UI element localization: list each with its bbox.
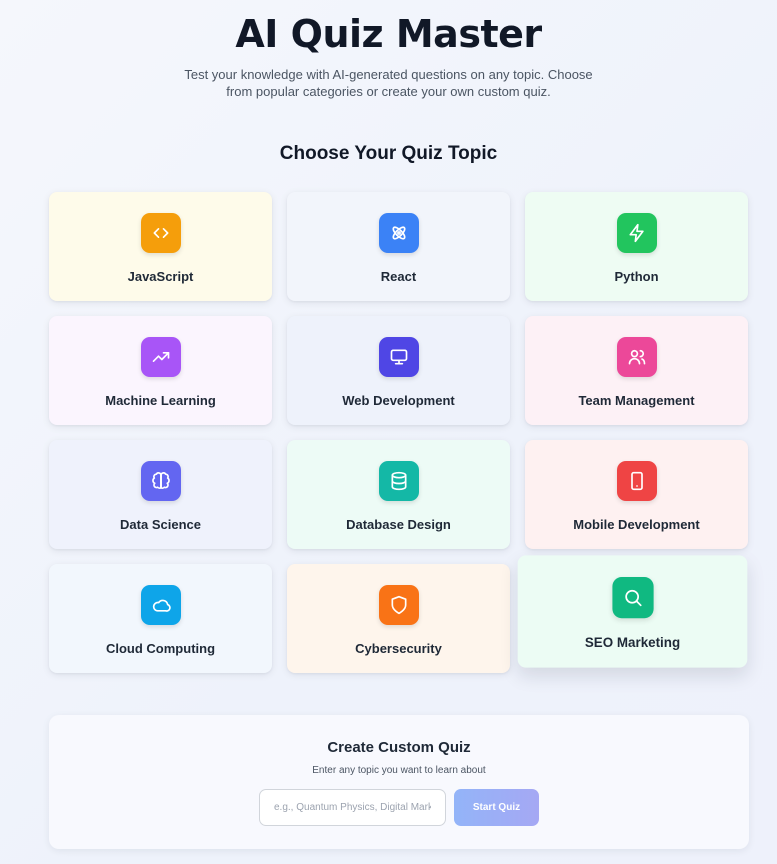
topic-label: Python: [614, 269, 659, 284]
topic-label: Cybersecurity: [355, 641, 442, 656]
topic-card-javascript[interactable]: JavaScript: [49, 192, 272, 301]
custom-quiz-description: Enter any topic you want to learn about: [312, 765, 486, 776]
code-icon: [140, 213, 181, 253]
users-icon: [616, 337, 657, 377]
topic-grid: JavaScript React Python Machine Learning…: [49, 192, 749, 673]
topic-card-team-management[interactable]: Team Management: [525, 316, 748, 425]
topic-label: SEO Marketing: [584, 634, 681, 651]
topic-label: Database Design: [346, 517, 451, 532]
shield-icon: [378, 585, 419, 625]
brain-icon: [140, 461, 181, 501]
lightning-icon: [616, 213, 657, 253]
topic-card-machine-learning[interactable]: Machine Learning: [49, 316, 272, 425]
topic-card-data-science[interactable]: Data Science: [49, 440, 272, 549]
app-title: AI Quiz Master: [235, 12, 542, 56]
topic-label: JavaScript: [127, 269, 194, 284]
topic-card-cybersecurity[interactable]: Cybersecurity: [287, 564, 510, 673]
trending-up-icon: [140, 337, 181, 377]
topic-label: Web Development: [342, 393, 455, 408]
topic-card-database-design[interactable]: Database Design: [287, 440, 510, 549]
custom-topic-input[interactable]: [259, 789, 446, 826]
topic-card-mobile-development[interactable]: Mobile Development: [525, 440, 748, 549]
smartphone-icon: [616, 461, 657, 501]
topic-label: Cloud Computing: [105, 641, 216, 656]
database-icon: [378, 461, 419, 501]
custom-quiz-panel: Create Custom Quiz Enter any topic you w…: [49, 715, 749, 849]
topic-label: React: [380, 269, 417, 284]
topic-label: Team Management: [578, 393, 695, 408]
topic-card-seo-marketing[interactable]: SEO Marketing: [517, 555, 748, 668]
custom-quiz-form: Start Quiz: [49, 789, 749, 826]
atom-icon: [378, 213, 419, 253]
monitor-icon: [378, 337, 419, 377]
topic-label: Data Science: [120, 517, 201, 532]
topic-card-python[interactable]: Python: [525, 192, 748, 301]
start-quiz-button[interactable]: Start Quiz: [454, 789, 539, 826]
search-icon: [611, 576, 654, 619]
topic-card-cloud-computing[interactable]: Cloud Computing: [49, 564, 272, 673]
topics-section-title: Choose Your Quiz Topic: [279, 143, 498, 164]
header: AI Quiz Master Test your knowledge with …: [0, 0, 777, 100]
topic-card-react[interactable]: React: [287, 192, 510, 301]
topic-label: Mobile Development: [573, 517, 700, 532]
custom-quiz-title: Create Custom Quiz: [327, 739, 471, 756]
cloud-icon: [140, 585, 181, 625]
app-subtitle: Test your knowledge with AI-generated qu…: [184, 67, 593, 99]
topic-label: Machine Learning: [105, 393, 216, 408]
topic-card-web-development[interactable]: Web Development: [287, 316, 510, 425]
